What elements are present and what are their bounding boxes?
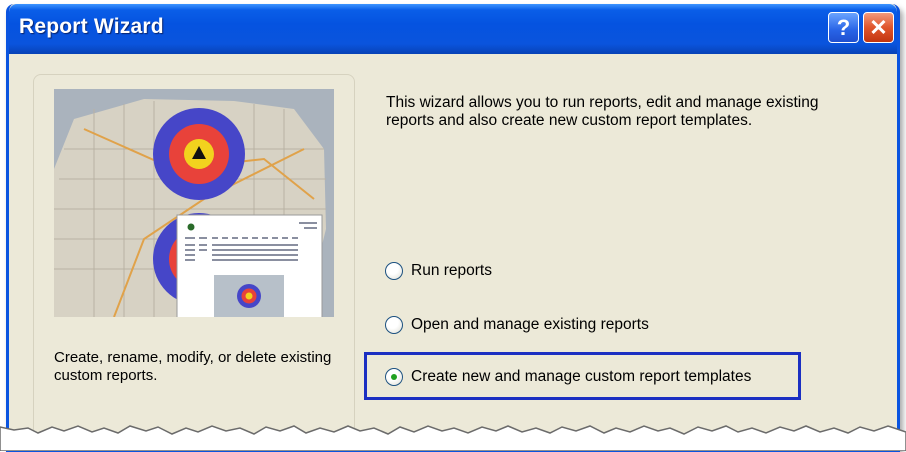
torn-edge-decoration	[0, 425, 906, 451]
